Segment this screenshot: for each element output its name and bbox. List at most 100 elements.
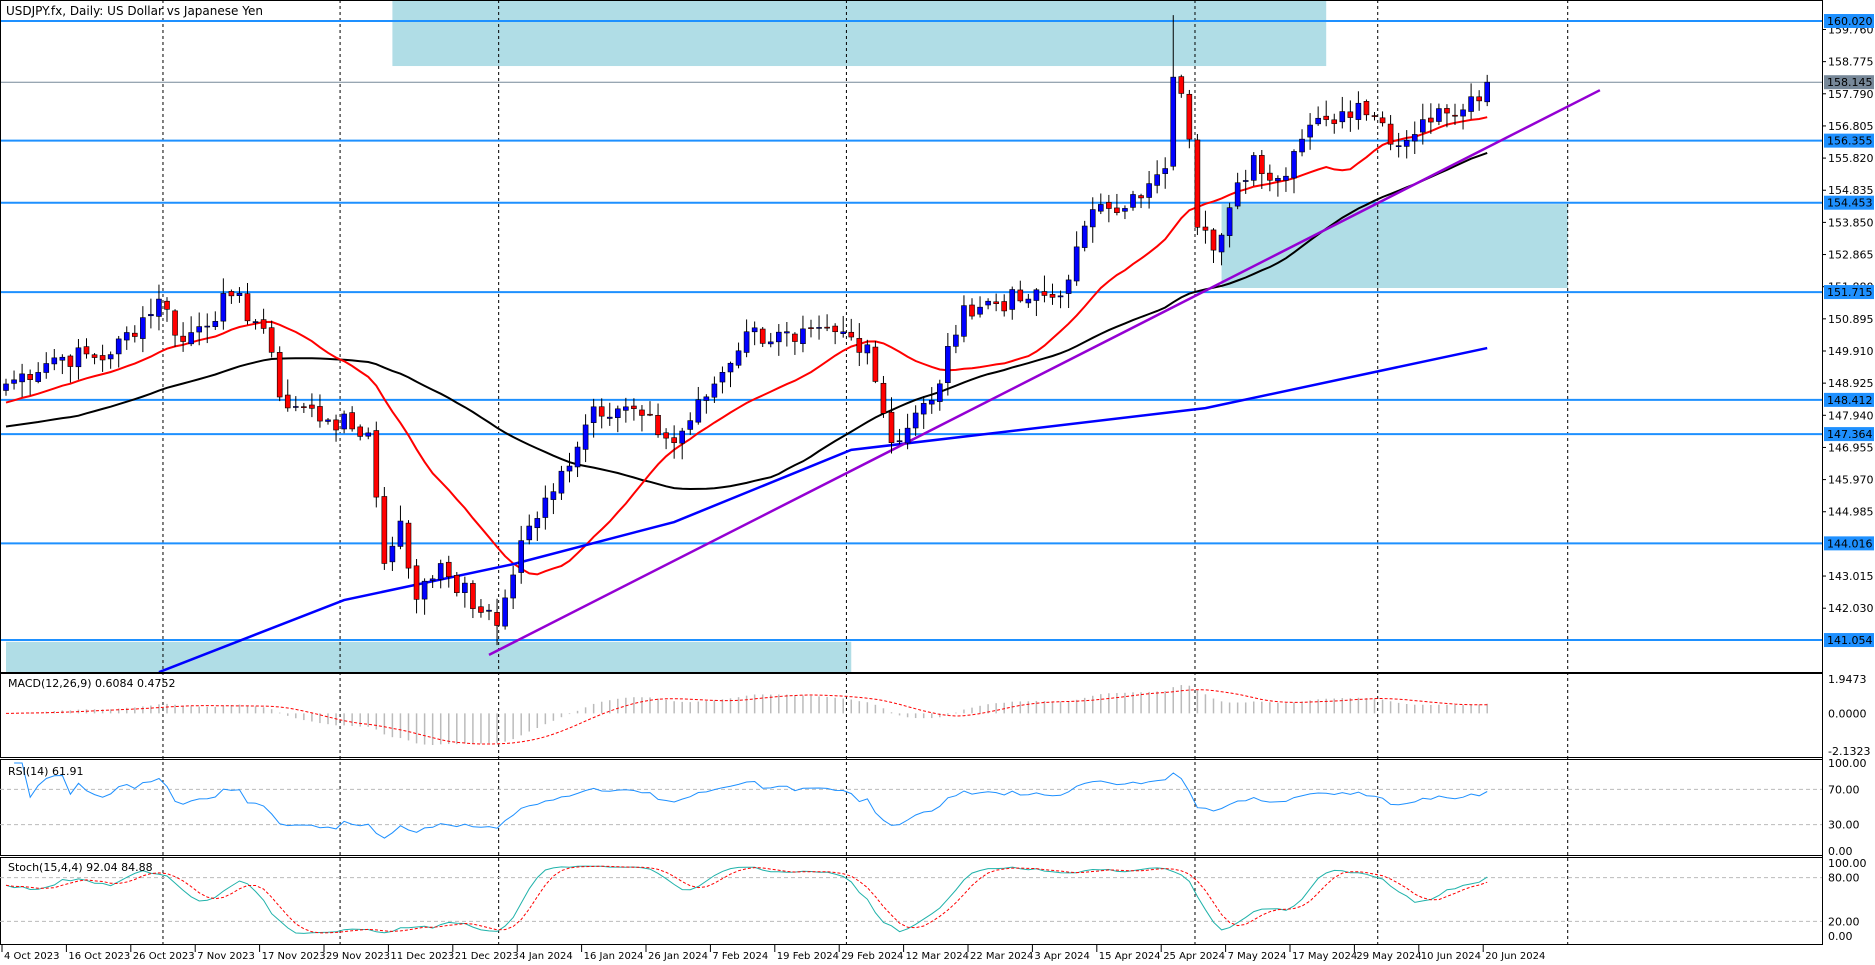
bull-candle xyxy=(1355,102,1362,120)
bear-candle xyxy=(83,346,90,355)
bear-candle xyxy=(373,430,380,498)
bear-candle xyxy=(598,406,605,417)
bear-candle xyxy=(1476,96,1482,102)
date-tick-label: 22 Mar 2024 xyxy=(970,951,1033,962)
bull-candle xyxy=(840,331,847,334)
price-tick-label: 147.940 xyxy=(1828,409,1874,422)
date-tick-label: 20 Jun 2024 xyxy=(1485,951,1545,962)
bull-candle xyxy=(397,520,404,547)
bull-candle xyxy=(1033,289,1040,301)
bull-candle xyxy=(687,420,694,430)
bull-candle xyxy=(1250,155,1257,181)
date-tick-label: 17 May 2024 xyxy=(1292,951,1357,962)
bull-candle xyxy=(1299,138,1305,153)
bear-candle xyxy=(349,412,355,430)
bull-candle xyxy=(775,331,782,343)
macd-label: MACD(12,26,9) 0.6084 0.4752 xyxy=(8,677,176,690)
bull-candle xyxy=(961,305,967,337)
bull-candle xyxy=(679,430,686,444)
price-tick-label: 143.015 xyxy=(1828,570,1874,583)
price-tick-label: 156.805 xyxy=(1828,120,1874,133)
date-tick-label: 16 Jan 2024 xyxy=(584,951,644,962)
bull-candle xyxy=(582,424,589,450)
bear-candle xyxy=(1267,172,1273,181)
ma-200-line xyxy=(158,346,1488,674)
bull-candle xyxy=(711,383,718,398)
bull-candle xyxy=(703,396,710,401)
date-tick-label: 11 Dec 2023 xyxy=(390,951,454,962)
bull-candle xyxy=(43,363,50,373)
price-tick-label: 152.865 xyxy=(1828,249,1874,262)
bear-candle xyxy=(357,426,364,437)
level-price-label: 160.020 xyxy=(1827,15,1873,28)
bull-candle xyxy=(800,328,806,344)
bear-candle xyxy=(470,583,476,609)
bull-candle xyxy=(614,408,621,418)
bull-candle xyxy=(1218,234,1225,253)
bear-candle xyxy=(671,437,677,444)
bull-candle xyxy=(558,470,565,494)
bull-candle xyxy=(365,432,372,437)
bull-candle xyxy=(623,406,629,411)
bear-candle xyxy=(309,404,315,409)
bear-candle xyxy=(1210,229,1217,251)
date-tick-label: 4 Oct 2023 xyxy=(4,951,59,962)
bull-candle xyxy=(462,582,468,593)
bull-candle xyxy=(1057,295,1064,298)
macd-panel-border xyxy=(0,673,1823,758)
bull-candle xyxy=(864,344,871,354)
bull-candle xyxy=(3,383,9,391)
stoch-signal-line xyxy=(5,865,1488,934)
bull-candle xyxy=(1170,76,1177,167)
price-chart[interactable]: 159.760158.775157.790156.805155.820154.8… xyxy=(0,0,1875,965)
price-tick-label: 149.910 xyxy=(1828,345,1874,358)
bear-candle xyxy=(268,327,275,353)
bear-candle xyxy=(99,355,106,361)
bull-candle xyxy=(510,574,516,599)
bull-candle xyxy=(566,465,573,472)
stoch-main-line xyxy=(5,865,1488,934)
price-tick-label: 153.850 xyxy=(1828,216,1874,229)
date-tick-label: 4 Jan 2024 xyxy=(519,951,573,962)
bear-candle xyxy=(1347,111,1354,118)
date-tick-label: 17 Nov 2023 xyxy=(262,951,326,962)
bull-candle xyxy=(1154,174,1160,186)
bear-candle xyxy=(1259,155,1265,174)
bear-candle xyxy=(405,522,412,569)
bull-candle xyxy=(912,412,919,429)
bull-candle xyxy=(751,327,758,333)
bull-candle xyxy=(1081,225,1088,248)
bull-candle xyxy=(1283,175,1289,181)
bull-candle xyxy=(526,525,533,541)
date-tick-label: 21 Dec 2023 xyxy=(455,951,519,962)
date-tick-label: 29 Nov 2023 xyxy=(326,951,390,962)
st-panel-border xyxy=(0,857,1823,945)
bull-candle xyxy=(518,540,525,573)
date-tick-label: 7 Nov 2023 xyxy=(197,951,255,962)
bear-candle xyxy=(639,409,645,416)
bear-candle xyxy=(164,300,170,310)
bear-candle xyxy=(494,612,500,626)
bull-candle xyxy=(1242,180,1249,182)
bull-candle xyxy=(904,427,911,444)
price-tick-label: 144.985 xyxy=(1828,506,1874,519)
bear-candle xyxy=(1186,93,1193,140)
bear-candle xyxy=(880,382,887,414)
bull-candle xyxy=(325,419,331,422)
bull-candle xyxy=(1275,178,1281,182)
price-tick-label: 154.835 xyxy=(1828,184,1874,197)
bid-price-label: 158.145 xyxy=(1827,76,1873,89)
bull-candle xyxy=(1122,208,1128,212)
stoch-tick-label: 0.00 xyxy=(1828,930,1853,943)
bull-candle xyxy=(550,491,557,500)
bear-candle xyxy=(1041,291,1048,296)
bear-candle xyxy=(969,304,975,317)
bull-candle xyxy=(590,406,597,423)
bear-candle xyxy=(333,419,339,431)
trendline xyxy=(488,89,1601,656)
rsi-tick-label: 70.00 xyxy=(1828,783,1860,796)
bull-candle xyxy=(1468,96,1474,112)
bull-candle xyxy=(341,413,347,430)
price-tick-label: 146.955 xyxy=(1828,441,1874,454)
bear-candle xyxy=(317,406,323,422)
